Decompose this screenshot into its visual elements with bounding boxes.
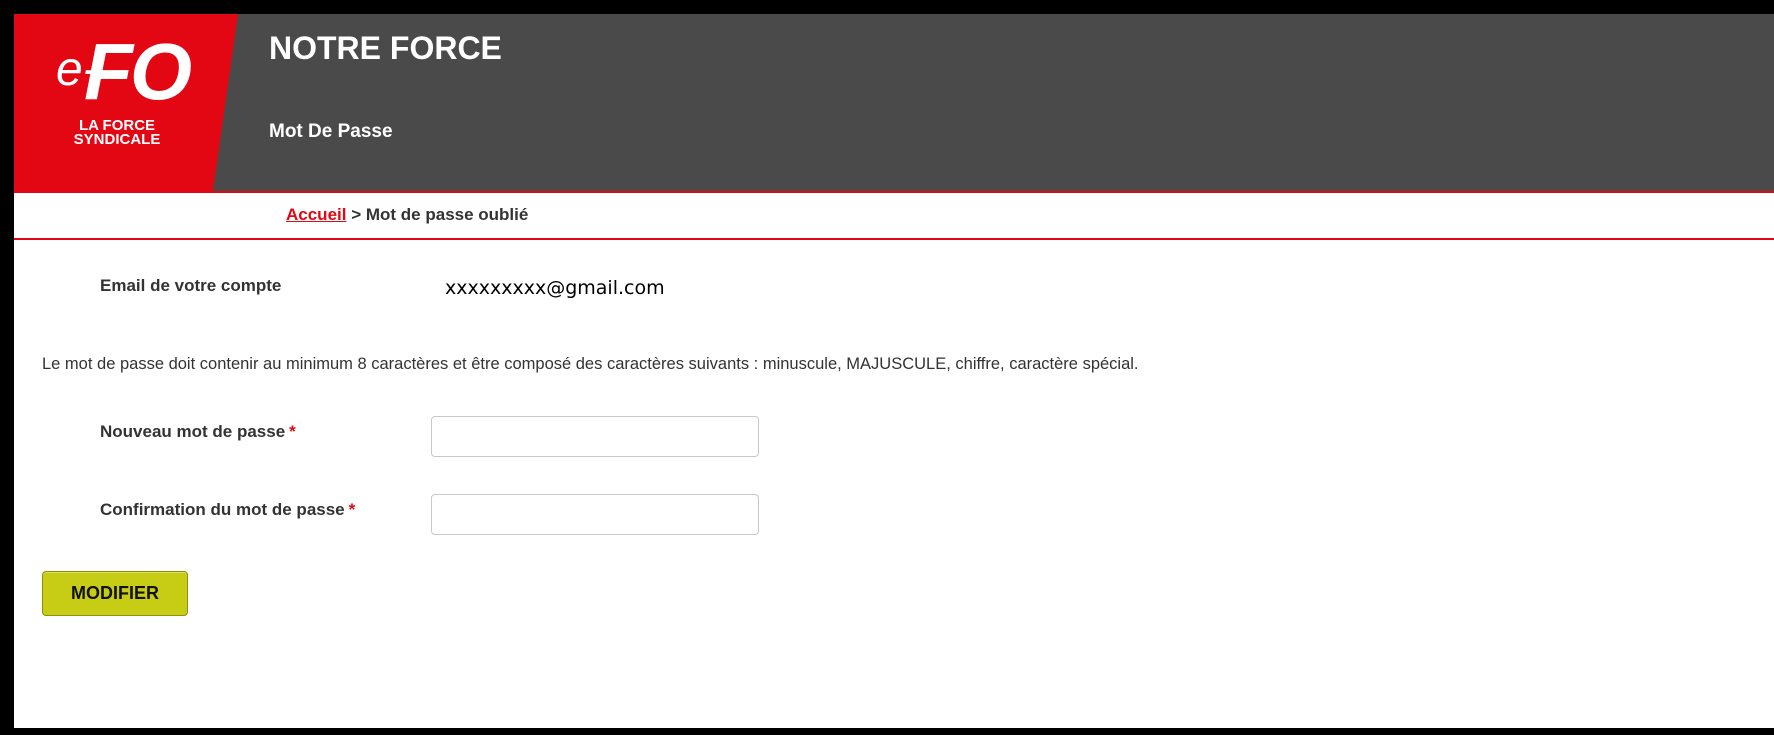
browser-frame: e- FO LA FORCE SYNDICALE NOTRE FORCE Mot… — [0, 0, 1774, 735]
modifier-button[interactable]: MODIFIER — [42, 571, 188, 616]
email-value: xxxxxxxxx@gmail.com — [445, 277, 665, 299]
breadcrumb-home-link[interactable]: Accueil — [286, 205, 346, 224]
confirm-password-input[interactable] — [431, 494, 759, 535]
efo-logo[interactable]: e- FO LA FORCE SYNDICALE — [14, 14, 238, 191]
confirm-password-label-text: Confirmation du mot de passe — [100, 500, 345, 519]
page-subtitle: Mot De Passe — [269, 121, 393, 142]
site-title: NOTRE FORCE — [269, 30, 502, 66]
breadcrumb-current: Mot de passe oublié — [365, 205, 529, 224]
email-label: Email de votre compte — [100, 276, 282, 295]
logo-fo-letters: FO — [84, 27, 192, 116]
required-marker: * — [289, 422, 296, 441]
new-password-label-text: Nouveau mot de passe — [100, 422, 286, 441]
site-header: e- FO LA FORCE SYNDICALE NOTRE FORCE Mot… — [14, 14, 1774, 191]
confirm-password-label: Confirmation du mot de passe * — [100, 500, 355, 520]
logo-tagline: LA FORCE SYNDICALE — [73, 117, 161, 148]
password-rules-text: Le mot de passe doit contenir au minimum… — [42, 355, 1139, 373]
breadcrumb: Accueil > Mot de passe oublié — [14, 191, 1774, 240]
breadcrumb-separator: > — [346, 205, 366, 224]
page-content: e- FO LA FORCE SYNDICALE NOTRE FORCE Mot… — [14, 14, 1774, 728]
breadcrumb-trail: Accueil > Mot de passe oublié — [286, 205, 528, 225]
required-marker: * — [348, 500, 356, 519]
new-password-label: Nouveau mot de passe * — [100, 422, 296, 442]
new-password-input[interactable] — [431, 416, 759, 457]
